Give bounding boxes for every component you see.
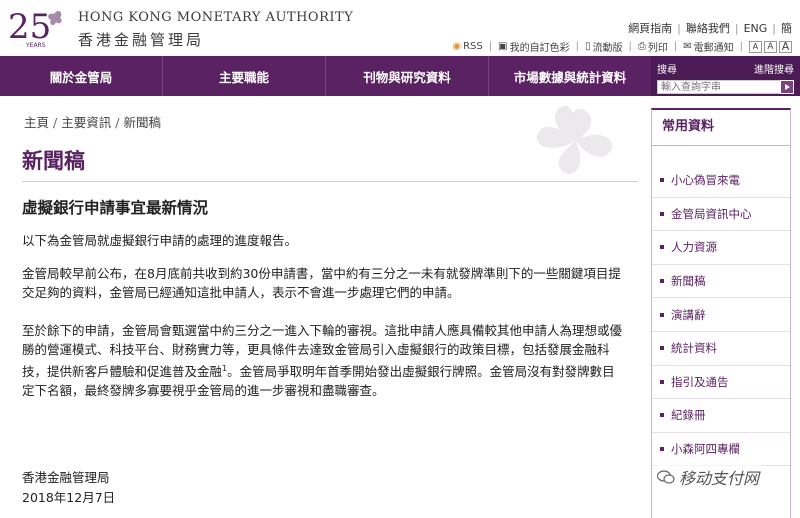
mobile-icon: ▯	[584, 41, 591, 52]
rss-icon: ◉	[452, 41, 462, 52]
article-title: 虛擬銀行申請事宜最新情況	[22, 199, 209, 217]
article-paragraph-3: 至於餘下的申請，金管局會甄選當中約三分之一進入下輪的審視。這批申請人應具備較其他…	[22, 321, 627, 400]
bullet-icon	[660, 413, 664, 418]
print-icon: ⎙	[637, 41, 646, 52]
sidebar-list: 小心偽冒來電 金管局資訊中心 人力資源 新聞稿 演講辭 統計資料 指引及通告 紀…	[652, 164, 790, 467]
bullet-icon	[660, 279, 664, 284]
wechat-icon	[657, 470, 675, 484]
sidebar-item-guidelines[interactable]: 指引及通告	[652, 366, 790, 400]
advanced-search-link[interactable]: 進階搜尋	[754, 61, 794, 76]
sidebar-item-label: 指引及通告	[671, 374, 729, 389]
bullet-icon	[660, 379, 664, 384]
search-submit-button[interactable]	[780, 80, 794, 94]
top-link-separator: |	[772, 21, 776, 35]
breadcrumb-key-info[interactable]: 主要資訊	[61, 115, 111, 130]
nav-market-data-statistics[interactable]: 市場數據與統計資料	[489, 56, 651, 96]
tool-separator: |	[739, 41, 743, 52]
bullet-icon	[660, 178, 664, 183]
search-panel: 搜尋 進階搜尋	[651, 56, 800, 96]
sidebar-item-label: 金管局資訊中心	[671, 206, 752, 221]
my-colors-link-2[interactable]: ▣ 我的自訂色彩	[498, 39, 569, 54]
tool-separator: |	[575, 41, 579, 52]
rss-label: RSS	[463, 41, 483, 52]
breadcrumb-separator: /	[53, 115, 58, 130]
watermark-text: 移动支付网	[679, 469, 760, 488]
sidebar-item-speeches[interactable]: 演講辭	[652, 298, 790, 332]
sidebar-item-press-releases[interactable]: 新聞稿	[652, 265, 790, 299]
email-icon: ✉	[683, 41, 692, 52]
sidebar-item-info-centre[interactable]: 金管局資訊中心	[652, 198, 790, 232]
breadcrumb-current: 新聞稿	[123, 115, 161, 130]
logo-number: 25	[8, 7, 51, 47]
bullet-icon	[660, 211, 664, 216]
sidebar-item-label: 小森阿四專欄	[671, 442, 740, 457]
article-paragraph-1: 以下為金管局就虛擬銀行申請的處理的進度報告。	[22, 233, 298, 248]
sidebar-item-column[interactable]: 小森阿四專欄	[652, 433, 790, 467]
contact-us-link[interactable]: 聯絡我們	[686, 20, 730, 36]
article-paragraph-2: 金管局較早前公布，在8月底前共收到約30份申請書，當中約有三分之一未有就發牌準則…	[22, 266, 621, 300]
tool-separator: |	[488, 41, 493, 52]
bullet-icon	[660, 346, 664, 351]
simplified-chinese-link[interactable]: 簡	[781, 20, 792, 36]
sidebar-heading: 常用資料	[652, 110, 790, 146]
tool-separator: |	[673, 41, 678, 52]
search-label: 搜尋	[657, 65, 677, 76]
sidebar-item-statistics[interactable]: 統計資料	[652, 332, 790, 366]
breadcrumb-home[interactable]: 主頁	[24, 115, 49, 130]
nav-about-hkma[interactable]: 關於金管局	[0, 56, 163, 96]
sidebar-item-fraud-calls[interactable]: 小心偽冒來電	[652, 164, 790, 198]
wechat-watermark: 移动支付网	[655, 465, 762, 489]
bullet-icon	[660, 312, 664, 317]
org-name-zh: 香港金融管理局	[78, 31, 205, 49]
email-notify-label: 電郵通知	[693, 43, 734, 54]
sidebar-item-label: 人力資源	[671, 240, 717, 255]
bauhinia-watermark-icon	[536, 105, 613, 175]
tool-separator: |	[628, 41, 632, 52]
sidebar-item-label: 紀錄冊	[671, 408, 706, 423]
page-title: 新聞稿	[22, 149, 85, 173]
top-link-separator: |	[734, 21, 739, 35]
font-size-large-button[interactable]: A	[779, 40, 792, 53]
sidebar-item-label: 小心偽冒來電	[671, 173, 740, 188]
mobile-version-link-2[interactable]: ▯ 流動版	[585, 39, 623, 54]
title-divider	[22, 181, 638, 182]
font-size-small-button[interactable]: A	[749, 40, 762, 53]
signature-org: 香港金融管理局	[22, 470, 110, 485]
mobile-label: 流動版	[592, 43, 623, 54]
site-guide-link[interactable]: 網頁指南	[628, 20, 672, 36]
english-link[interactable]: ENG	[744, 22, 768, 35]
sidebar-item-registers[interactable]: 紀錄冊	[652, 399, 790, 433]
print-link[interactable]: ⎙ 列印	[638, 39, 668, 54]
logo-sub: YEARS	[25, 42, 46, 49]
bullet-icon	[660, 447, 664, 452]
print-label: 列印	[647, 43, 668, 54]
signature-date: 2018年12月7日	[22, 490, 116, 505]
my-colors-label: 我的自訂色彩	[509, 43, 570, 54]
common-info-sidebar: 常用資料 小心偽冒來電 金管局資訊中心 人力資源 新聞稿 演講辭 統計資料 指引…	[651, 108, 791, 518]
nav-publications-research[interactable]: 刊物與研究資料	[326, 56, 489, 96]
top-links: 網頁指南 | 聯絡我們 | ENG | 簡	[628, 20, 792, 36]
sidebar-item-label: 統計資料	[671, 341, 717, 356]
nav-key-functions[interactable]: 主要職能	[163, 56, 326, 96]
font-size-medium-button[interactable]: A	[764, 40, 777, 53]
hkma-25-years-logo[interactable]: 25 YEARS	[6, 4, 66, 50]
article-signature: 香港金融管理局 2018年12月7日	[22, 468, 115, 508]
sidebar-item-label: 新聞稿	[671, 274, 706, 289]
top-link-separator: |	[677, 21, 681, 35]
email-notify-link[interactable]: ✉ 電郵通知	[683, 39, 733, 54]
sidebar-item-label: 演講辭	[671, 307, 706, 322]
rss-link-2[interactable]: ◉ RSS	[452, 41, 482, 52]
org-name-en: HONG KONG MONETARY AUTHORITY	[78, 10, 354, 25]
main-nav: 關於金管局 主要職能 刊物與研究資料 市場數據與統計資料	[0, 56, 651, 96]
bullet-icon	[660, 245, 664, 250]
sidebar-item-human-resources[interactable]: 人力資源	[652, 231, 790, 265]
search-input[interactable]	[657, 80, 781, 94]
breadcrumb-separator: /	[115, 115, 120, 130]
breadcrumb: 主頁 / 主要資訊 / 新聞稿	[24, 112, 161, 131]
print-email-font-tools: ◉ RSS | ▣ 我的自訂色彩 | ▯ 流動版 | ⎙ 列印 | ✉ 電郵通知 | A …	[452, 39, 792, 54]
palette-icon: ▣	[498, 41, 508, 52]
